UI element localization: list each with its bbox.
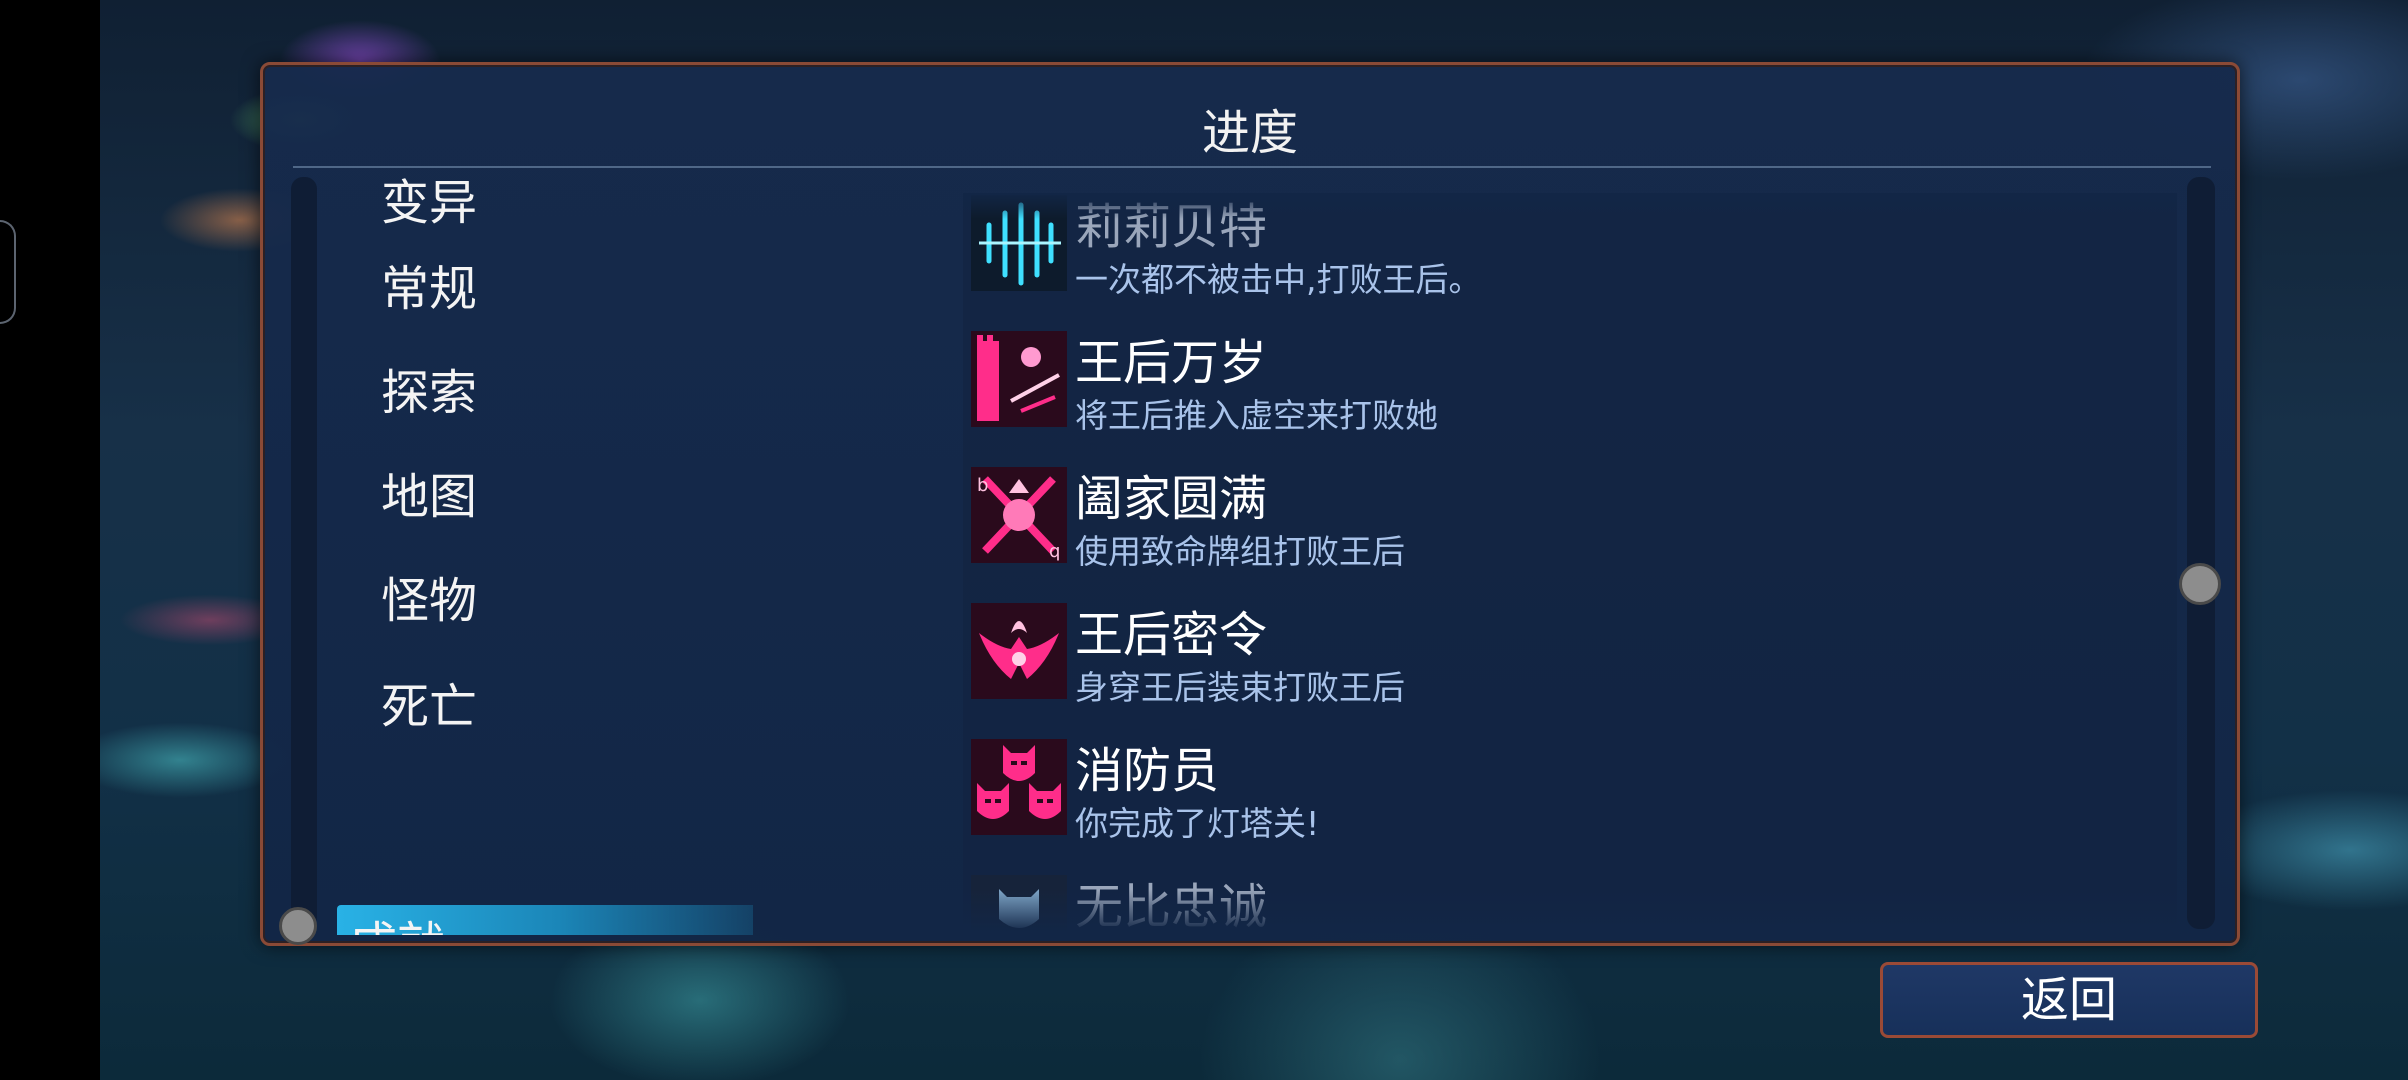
achievement-description: 一次都不被击中,打败王后。 bbox=[1075, 260, 1482, 299]
achievement-item[interactable]: 莉莉贝特 一次都不被击中,打败王后。 bbox=[971, 193, 2171, 309]
achievement-list: 莉莉贝特 一次都不被击中,打败王后。 王后万岁 将王后推入虚空来打败她 b q … bbox=[963, 193, 2177, 933]
achievement-item[interactable]: b q 阖家圆满 使用致命牌组打败王后 bbox=[971, 461, 2171, 581]
category-item-deaths[interactable]: 死亡 bbox=[381, 667, 477, 737]
achievement-description: 身穿王后装束打败王后 bbox=[1075, 668, 1405, 707]
panel-title: 进度 bbox=[1201, 105, 1298, 161]
mask-icon bbox=[971, 875, 1067, 933]
category-scroll-thumb[interactable] bbox=[279, 907, 317, 945]
achievement-name: 消防员 bbox=[1075, 743, 1220, 799]
achievement-description: 你完成了灯塔关! bbox=[1075, 804, 1320, 843]
achievement-name: 无比忠诚 bbox=[1075, 879, 1268, 933]
category-scrollbar[interactable] bbox=[291, 177, 317, 929]
achievement-description: 将王后推入虚空来打败她 bbox=[1075, 396, 1438, 435]
cyan-blades-icon bbox=[971, 195, 1067, 291]
achievement-name: 阖家圆满 bbox=[1075, 471, 1268, 527]
achievement-item[interactable]: 王后密令 身穿王后装束打败王后 bbox=[971, 597, 2171, 717]
achievement-description: 使用致命牌组打败王后 bbox=[1075, 532, 1405, 571]
achievement-name: 莉莉贝特 bbox=[1075, 199, 1268, 255]
back-button[interactable]: 返回 bbox=[1880, 962, 2258, 1038]
category-item-achievements[interactable]: 成就 bbox=[337, 905, 753, 935]
category-item-general[interactable]: 常规 bbox=[381, 249, 477, 319]
achievement-item[interactable]: 无比忠诚 bbox=[971, 869, 2171, 933]
screen-edge-notch bbox=[0, 220, 16, 324]
queen-crest-icon bbox=[971, 603, 1067, 699]
svg-text:b: b bbox=[977, 475, 988, 496]
progress-panel: 进度 变异 常规 探索 地图 怪物 死亡 成就 bbox=[260, 62, 2240, 946]
svg-text:q: q bbox=[1049, 541, 1060, 562]
achievement-name: 王后万岁 bbox=[1075, 335, 1268, 391]
three-masks-icon bbox=[971, 739, 1067, 835]
queen-push-icon bbox=[971, 331, 1067, 427]
category-item-monsters[interactable]: 怪物 bbox=[381, 561, 477, 631]
achievement-item[interactable]: 消防员 你完成了灯塔关! bbox=[971, 733, 2171, 853]
category-item-mutations[interactable]: 变异 bbox=[381, 177, 477, 233]
achievement-scroll-thumb[interactable] bbox=[2179, 563, 2221, 605]
title-divider bbox=[293, 166, 2211, 168]
card-deck-icon: b q bbox=[971, 467, 1067, 563]
category-list: 变异 常规 探索 地图 怪物 死亡 成就 bbox=[333, 177, 753, 935]
category-item-map[interactable]: 地图 bbox=[381, 457, 477, 527]
achievement-name: 王后密令 bbox=[1075, 607, 1268, 663]
achievement-scrollbar[interactable] bbox=[2187, 177, 2215, 929]
category-item-explore[interactable]: 探索 bbox=[381, 353, 477, 423]
achievement-item[interactable]: 王后万岁 将王后推入虚空来打败她 bbox=[971, 325, 2171, 445]
